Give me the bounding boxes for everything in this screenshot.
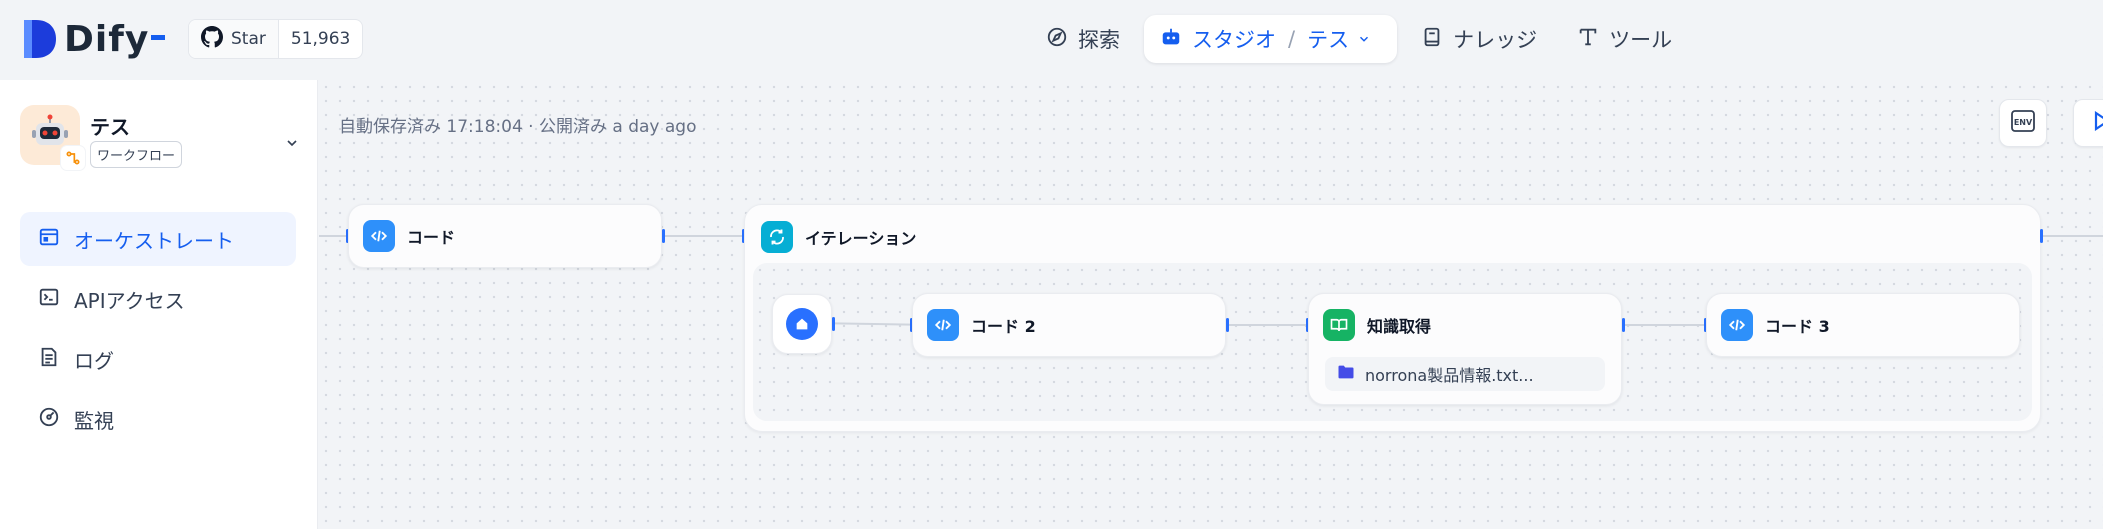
workflow-badge-icon xyxy=(60,145,86,171)
nav-tools[interactable]: ツール xyxy=(1561,15,1688,63)
dify-logo[interactable]: Dify xyxy=(22,18,166,60)
nav-separator: / xyxy=(1288,27,1296,51)
knowledge-dataset-name: norrona製品情報.txt... xyxy=(1365,366,1534,385)
loop-icon xyxy=(761,221,793,253)
node-knowledge-retrieval[interactable]: 知識取得 norrona製品情報.txt... xyxy=(1308,293,1622,405)
code-icon xyxy=(1721,309,1753,341)
nav-studio-label: スタジオ xyxy=(1192,28,1276,52)
code-icon xyxy=(363,220,395,252)
sidebar-menu: オーケストレート APIアクセス ログ 監視 xyxy=(20,212,296,452)
app-info[interactable]: テス ワークフロー xyxy=(20,105,300,175)
node-code-3-title: コード 3 xyxy=(1765,317,1830,336)
sidebar-item-label: APIアクセス xyxy=(74,288,185,313)
github-star-button[interactable]: Star 51,963 xyxy=(188,19,364,59)
node-code-2-title: コード 2 xyxy=(971,317,1036,336)
env-label: ENV xyxy=(2014,118,2033,127)
github-star-count[interactable]: 51,963 xyxy=(279,20,362,58)
github-star-label: Star xyxy=(231,29,266,49)
knowledge-dataset-item[interactable]: norrona製品情報.txt... xyxy=(1325,357,1605,391)
node-code-2-header: コード 2 xyxy=(927,309,1036,341)
terminal-icon xyxy=(38,286,74,313)
edge-out xyxy=(2043,235,2103,237)
sidebar-item-api-access[interactable]: APIアクセス xyxy=(20,272,296,326)
node-code-3-header: コード 3 xyxy=(1721,309,1830,341)
nav-current-app[interactable]: テス xyxy=(1307,24,1349,54)
robot-icon xyxy=(1160,26,1192,53)
sidebar-item-label: 監視 xyxy=(74,408,114,433)
github-icon xyxy=(201,25,231,53)
logo-underscore xyxy=(151,34,166,40)
github-star-left[interactable]: Star xyxy=(189,20,279,58)
node-iteration-title: イテレーション xyxy=(805,229,917,248)
node-code[interactable]: コード xyxy=(348,204,662,268)
node-code-3[interactable]: コード 3 xyxy=(1706,293,2020,357)
logo-text: Dify xyxy=(64,18,150,60)
app-name: テス xyxy=(90,115,130,139)
node-iteration-header: イテレーション xyxy=(761,221,916,253)
gauge-icon xyxy=(38,406,74,433)
sidebar-item-logs[interactable]: ログ xyxy=(20,332,296,386)
edge-knowledge-code3 xyxy=(1625,324,1705,326)
node-code-2[interactable]: コード 2 xyxy=(912,293,1226,357)
edge-code2-knowledge xyxy=(1229,324,1307,326)
node-code-title: コード xyxy=(407,228,456,247)
home-icon xyxy=(786,308,818,340)
compass-icon xyxy=(1046,26,1078,53)
nav-explore-label: 探索 xyxy=(1078,28,1120,52)
sidebar-item-label: オーケストレート xyxy=(74,228,234,253)
iteration-start-node[interactable] xyxy=(772,294,832,354)
app-sidebar: テス ワークフロー オーケストレート APIアクセス ログ 監視 xyxy=(0,80,318,529)
node-knowledge-title: 知識取得 xyxy=(1367,317,1432,336)
autosave-status: 自動保存済み 17:18:04 · 公開済み a day ago xyxy=(339,117,697,137)
run-button[interactable] xyxy=(2073,99,2103,147)
top-header: Dify Star 51,963 探索 スタジオ / テス ナレッジ ツール xyxy=(0,0,2103,80)
sidebar-item-monitoring[interactable]: 監視 xyxy=(20,392,296,446)
code-icon xyxy=(927,309,959,341)
sidebar-item-orchestrate[interactable]: オーケストレート xyxy=(20,212,296,266)
folder-icon xyxy=(1337,364,1365,384)
tool-icon xyxy=(1577,26,1609,53)
dify-logo-mark xyxy=(22,18,58,60)
node-code-header: コード xyxy=(363,220,455,252)
nav-knowledge-label: ナレッジ xyxy=(1453,28,1538,52)
edge-in xyxy=(319,235,347,237)
book-icon xyxy=(1421,26,1453,53)
nav-studio[interactable]: スタジオ / テス xyxy=(1144,15,1398,63)
nav-knowledge[interactable]: ナレッジ xyxy=(1405,15,1553,63)
chevron-down-icon[interactable] xyxy=(1357,27,1381,51)
edge-code-iteration xyxy=(665,235,743,237)
nav-tools-label: ツール xyxy=(1609,28,1673,52)
node-knowledge-header: 知識取得 xyxy=(1323,309,1431,341)
sidebar-item-label: ログ xyxy=(74,348,114,373)
file-list-icon xyxy=(38,346,74,373)
layout-icon xyxy=(38,226,74,253)
play-icon xyxy=(2094,110,2103,135)
main-nav: 探索 スタジオ / テス ナレッジ ツール xyxy=(1030,15,1696,63)
book-open-icon xyxy=(1323,309,1355,341)
env-button[interactable]: ENV xyxy=(1999,99,2047,147)
nav-explore[interactable]: 探索 xyxy=(1030,15,1136,63)
chevron-down-icon[interactable] xyxy=(284,135,300,155)
app-type-badge: ワークフロー xyxy=(90,141,183,168)
env-icon: ENV xyxy=(2010,108,2036,138)
